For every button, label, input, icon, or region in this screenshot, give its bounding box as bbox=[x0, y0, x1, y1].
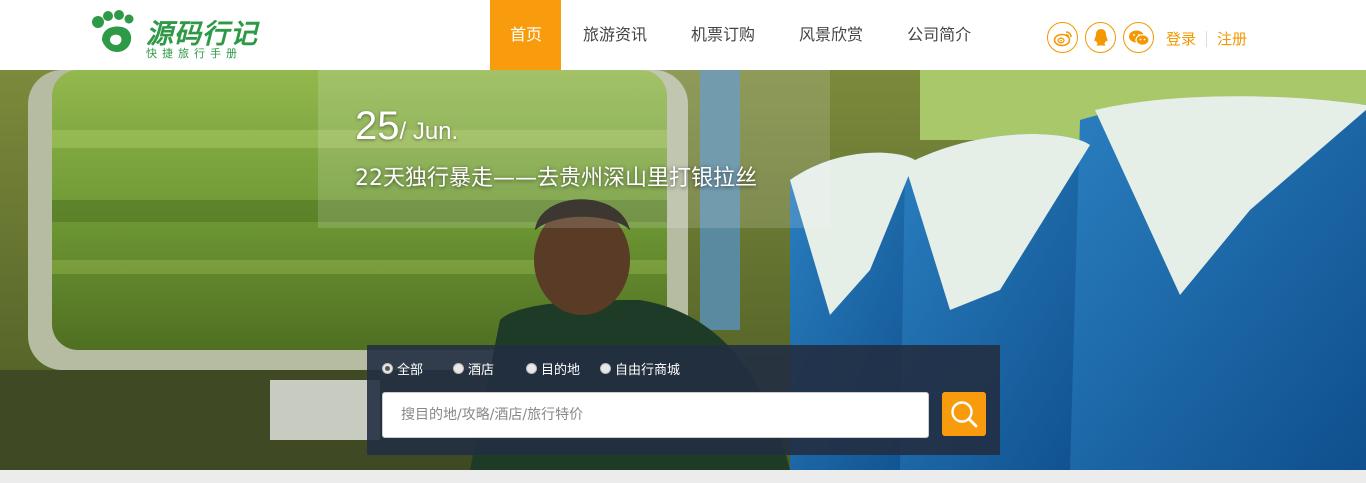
search-option-hotel[interactable]: 酒店 bbox=[453, 359, 494, 378]
search-button[interactable] bbox=[942, 392, 986, 436]
hero-banner[interactable]: 25/ Jun. 22天独行暴走——去贵州深山里打银拉丝 全部 酒店 目的地 自… bbox=[0, 70, 1366, 470]
radio-selected[interactable] bbox=[382, 363, 393, 374]
radio-unselected[interactable] bbox=[453, 363, 465, 374]
radio-unselected[interactable] bbox=[526, 363, 538, 374]
qq-icon bbox=[1093, 29, 1108, 46]
wechat-button[interactable] bbox=[1123, 22, 1154, 53]
banner-date: 25/ Jun. bbox=[355, 104, 458, 149]
banner-day: 25 bbox=[355, 104, 400, 148]
radio-unselected[interactable] bbox=[600, 363, 612, 374]
search-option-label: 酒店 bbox=[468, 363, 495, 378]
login-link[interactable]: 登录 bbox=[1166, 28, 1196, 49]
banner-month: / Jun. bbox=[399, 118, 459, 145]
wechat-icon bbox=[1128, 30, 1150, 46]
logo-subtitle: 快捷旅行手册 bbox=[146, 47, 242, 60]
search-type-options: 全部 酒店 目的地 自由行商城 bbox=[382, 359, 680, 378]
nav-item-home[interactable]: 首页 bbox=[490, 0, 562, 70]
qq-button[interactable] bbox=[1085, 22, 1116, 53]
nav-item-travel-news[interactable]: 旅游资讯 bbox=[561, 0, 669, 70]
banner-headline[interactable]: 22天独行暴走——去贵州深山里打银拉丝 bbox=[355, 160, 757, 192]
search-icon bbox=[951, 401, 978, 428]
search-input[interactable] bbox=[382, 392, 929, 438]
register-link[interactable]: 注册 bbox=[1217, 28, 1247, 49]
search-option-label: 目的地 bbox=[541, 363, 581, 378]
social-links bbox=[1047, 22, 1154, 53]
main-nav: 首页 旅游资讯 机票订购 风景欣赏 公司简介 bbox=[490, 0, 993, 70]
search-option-label: 全部 bbox=[397, 363, 424, 378]
page-divider-strip bbox=[0, 470, 1366, 483]
banner-caption: 25/ Jun. 22天独行暴走——去贵州深山里打银拉丝 bbox=[318, 70, 830, 228]
nav-item-scenery[interactable]: 风景欣赏 bbox=[777, 0, 885, 70]
search-option-destination[interactable]: 目的地 bbox=[526, 359, 580, 378]
search-option-mall[interactable]: 自由行商城 bbox=[600, 359, 680, 378]
site-header: 源码行记 快捷旅行手册 首页 旅游资讯 机票订购 风景欣赏 公司简介 登录 注册 bbox=[0, 0, 1366, 70]
nav-item-flight-booking[interactable]: 机票订购 bbox=[669, 0, 777, 70]
auth-links: 登录 注册 bbox=[1166, 28, 1247, 49]
auth-divider bbox=[1206, 30, 1208, 47]
site-logo[interactable]: 源码行记 快捷旅行手册 bbox=[90, 8, 270, 62]
search-option-all[interactable]: 全部 bbox=[382, 359, 423, 378]
footprint-logo-icon bbox=[92, 10, 134, 52]
nav-item-company-profile[interactable]: 公司简介 bbox=[885, 0, 993, 70]
search-option-label: 自由行商城 bbox=[615, 363, 681, 378]
weibo-button[interactable] bbox=[1047, 22, 1078, 53]
search-panel: 全部 酒店 目的地 自由行商城 bbox=[367, 345, 1000, 455]
weibo-icon bbox=[1053, 30, 1072, 46]
